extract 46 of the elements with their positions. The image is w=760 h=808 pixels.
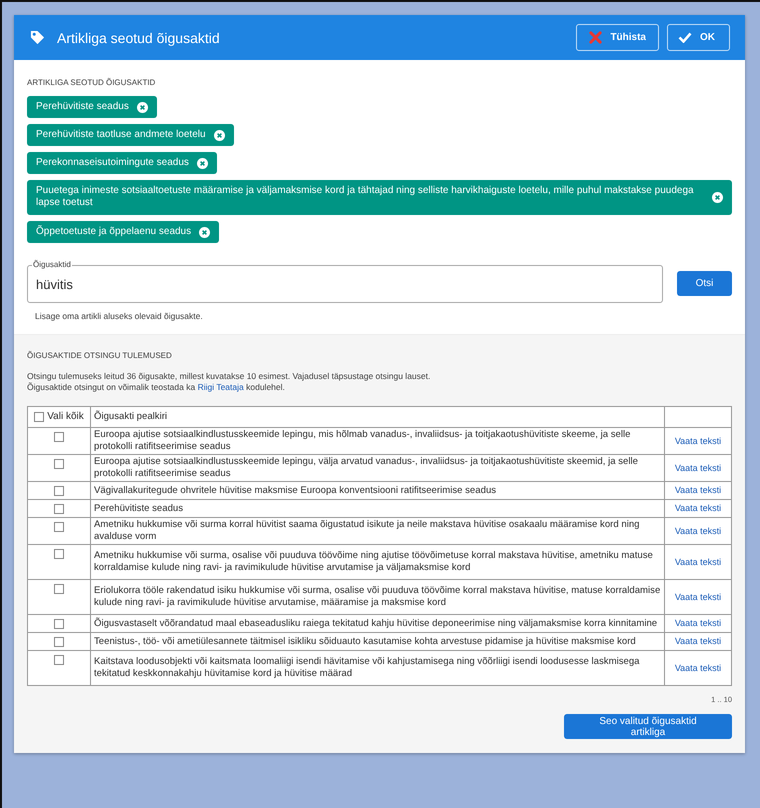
row-checkbox[interactable]: [54, 432, 64, 442]
remove-icon[interactable]: [199, 226, 210, 238]
tag-icon: [30, 30, 45, 45]
table-cell: Euroopa ajutise sotsiaalkindlustusskeemide lepingu, mis hõlmab vanadus-, invaliidsus- ja toitjakaotushüvitiste skeeme, ja selle protokolli ratifitseerimise seadus: [90, 428, 664, 454]
dialog-title: Artikliga seotud õigusaktid: [57, 30, 221, 46]
legal-act-chip: Perehüvitiste seadus: [27, 96, 157, 118]
riigi-teataja-link[interactable]: Riigi Teataja: [198, 382, 244, 392]
remove-icon[interactable]: [196, 158, 208, 168]
row-checkbox[interactable]: [54, 655, 64, 666]
row-checkbox[interactable]: [54, 637, 64, 648]
cancel-button[interactable]: Tühista: [576, 24, 659, 51]
row-checkbox[interactable]: [54, 504, 64, 514]
ok-button[interactable]: OK: [667, 24, 730, 51]
row-checkbox[interactable]: [54, 619, 64, 630]
table-cell: Eriolukorra tööle rakendatud isiku hukkumise või surma, osalise või puuduva töövõime korral makstava hüvitise, matuse korraldamise kulude ning ravi- ja ravimikulude hüvitise arvutamise, määramise ja maksmise kord: [90, 580, 664, 614]
link-acts-button[interactable]: Seo valitud õigusaktid artikliga: [564, 714, 732, 739]
column-header: Õigusakti pealkiri: [90, 406, 664, 428]
row-checkbox[interactable]: [54, 549, 64, 560]
table-cell: Vägivallakuritegude ohvritele hüvitise maksmise Euroopa konventsiooni ratifitseerimise seadus: [90, 482, 664, 500]
check-icon: [678, 32, 692, 43]
field-hint: Lisage oma artikli aluseks olevaid õigusakte.: [35, 311, 203, 321]
legal-act-chip: Puuetega inimeste sotsiaaltoetuste määramise ja väljamaksmise kord ja tähtajad ning selliste harvikhaiguste loetelu, mille puhul makstakse puudega lapse toetust: [27, 180, 732, 215]
legal-act-chip: Perehüvitiste taotluse andmete loetelu: [27, 124, 234, 146]
row-checkbox[interactable]: [54, 584, 64, 594]
legal-act-chip: Õppetoetuste ja õppelaenu seadus: [27, 221, 220, 243]
table-cell: Ametniku hukkumise või surma korral hüvitist saama õigustatud isikute ja neile makstava hüvitise osakaalu määramise kord ning avalduse vorm: [90, 518, 664, 544]
row-checkbox[interactable]: [54, 486, 64, 496]
table-cell: Õigusvastaselt võõrandatud maal ebaseadusliku raiega tekitatud kahju hüvitise deponeerimise ning väljamaksmise korra kinnitamine: [90, 614, 664, 632]
remove-icon[interactable]: [136, 102, 148, 112]
table-cell: Euroopa ajutise sotsiaalkindlustusskeemide lepingu, välja arvatud vanadus-, invaliidsus- ja toitjakaotushüvitiste skeemid, ja selle protokolli ratifitseerimise seadus: [90, 454, 664, 482]
table-cell: Perehüvitiste seadus: [90, 500, 664, 518]
row-checkbox[interactable]: [54, 459, 64, 470]
table-cell: Teenistus-, töö- või ametiülesannete täitmisel isikliku sõiduauto kasutamise kohta arvestuse pidamise ja hüvitise maksmise kord: [90, 632, 664, 650]
remove-icon[interactable]: [712, 192, 723, 202]
field-label: Õigusaktid: [32, 260, 72, 270]
section-heading: ARTIKLIGA SEOTUD ÕIGUSAKTID: [27, 78, 156, 87]
table-cell: Ametniku hukkumise või surma, osalise või puuduva töövõime ning ajutise töövõimetuse korral makstava hüvitise, ametniku matuse korraldamise kulude ning ravi- ja ravimikulude hüvitise arvutamise ja väljamaksmise kord: [90, 544, 664, 580]
close-icon: [589, 31, 602, 44]
remove-icon[interactable]: [214, 130, 225, 140]
section-heading: ÕIGUSAKTIDE OTSINGU TULEMUSED: [27, 351, 172, 360]
result-info: Otsingu tulemuseks leitud 36 õigusakte, millest kuvatakse 10 esimest. Vajadusel täpsustage otsingu lauset.: [27, 371, 432, 382]
table-cell: Kaitstava loodusobjekti või kaitsmata loomaliigi isendi hävitamise või kahjustamisega ning võõrliigi isendi loodusesse laskmisega tekitatud keskkonnakahju hüvitamise kord ja hüvitise määrad: [90, 650, 664, 686]
search-button[interactable]: Otsi: [677, 271, 732, 296]
search-info: Õigusaktide otsingut on võimalik teostada ka Riigi Teataja kodulehel.: [27, 382, 286, 392]
row-checkbox[interactable]: [54, 522, 64, 532]
legal-act-chip: Perekonnaseisutoimingute seadus: [27, 152, 217, 174]
